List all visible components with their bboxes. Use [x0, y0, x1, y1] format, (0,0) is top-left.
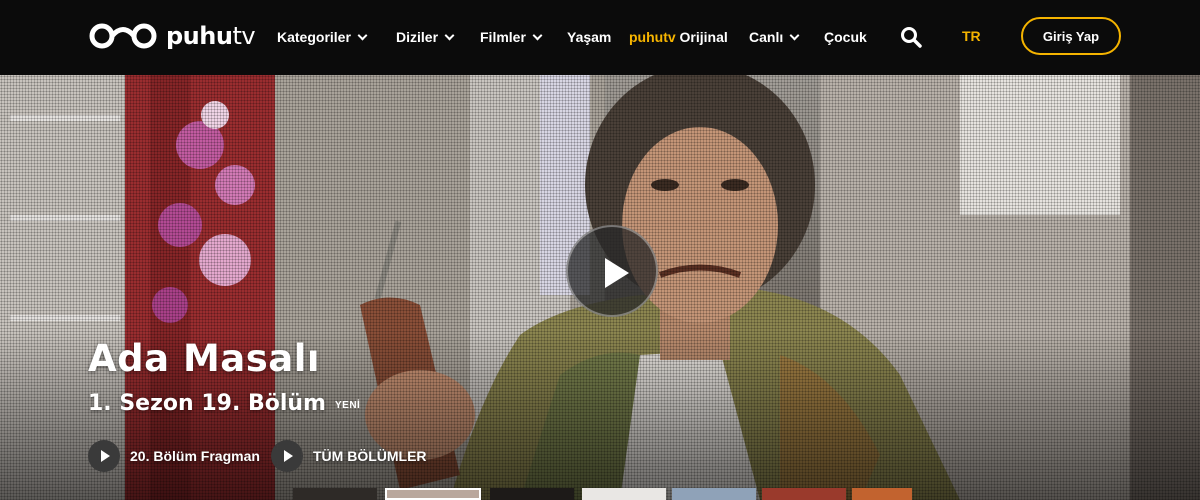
thumbnail-item[interactable]	[762, 488, 846, 500]
main-nav: Kategoriler Diziler Filmler Yaşam puhutv…	[0, 0, 1200, 75]
play-icon	[271, 440, 303, 472]
thumbnail-item[interactable]	[852, 488, 912, 500]
nav-item-filmler[interactable]: Filmler	[480, 27, 543, 47]
nav-item-canli[interactable]: Canlı	[749, 27, 800, 47]
play-icon	[88, 440, 120, 472]
thumbnail-strip	[0, 488, 1200, 500]
trailer-button[interactable]: 20. Bölüm Fragman	[88, 440, 260, 472]
all-episodes-button[interactable]: TÜM BÖLÜMLER	[271, 440, 427, 472]
thumbnail-item[interactable]	[490, 488, 574, 500]
nav-item-kategoriler[interactable]: Kategoriler	[277, 27, 368, 47]
chevron-down-icon	[444, 30, 455, 40]
play-icon	[605, 258, 629, 288]
show-title: Ada Masalı	[88, 337, 321, 380]
thumbnail-item[interactable]	[582, 488, 666, 500]
thumbnail-item[interactable]	[385, 488, 481, 500]
nav-item-yasam[interactable]: Yaşam	[567, 27, 611, 47]
hero-banner[interactable]: Ada Masalı 1. Sezon 19. Bölüm YENİ 20. B…	[0, 75, 1200, 500]
nav-item-orijinal[interactable]: puhutv Orijinal	[629, 27, 728, 47]
login-button[interactable]: Giriş Yap	[1021, 17, 1121, 55]
search-icon[interactable]	[900, 26, 922, 48]
episode-info: 1. Sezon 19. Bölüm	[88, 391, 326, 416]
hero-play-button[interactable]	[566, 225, 658, 317]
nav-item-cocuk[interactable]: Çocuk	[824, 27, 867, 47]
thumbnail-item[interactable]	[293, 488, 377, 500]
language-selector[interactable]: TR	[962, 28, 981, 44]
thumbnail-item[interactable]	[672, 488, 756, 500]
new-badge: YENİ	[335, 400, 361, 411]
chevron-down-icon	[789, 30, 800, 40]
chevron-down-icon	[532, 30, 543, 40]
site-header: puhutv Kategoriler Diziler Filmler Yaşam…	[0, 0, 1200, 75]
nav-item-diziler[interactable]: Diziler	[396, 27, 455, 47]
chevron-down-icon	[357, 30, 368, 40]
